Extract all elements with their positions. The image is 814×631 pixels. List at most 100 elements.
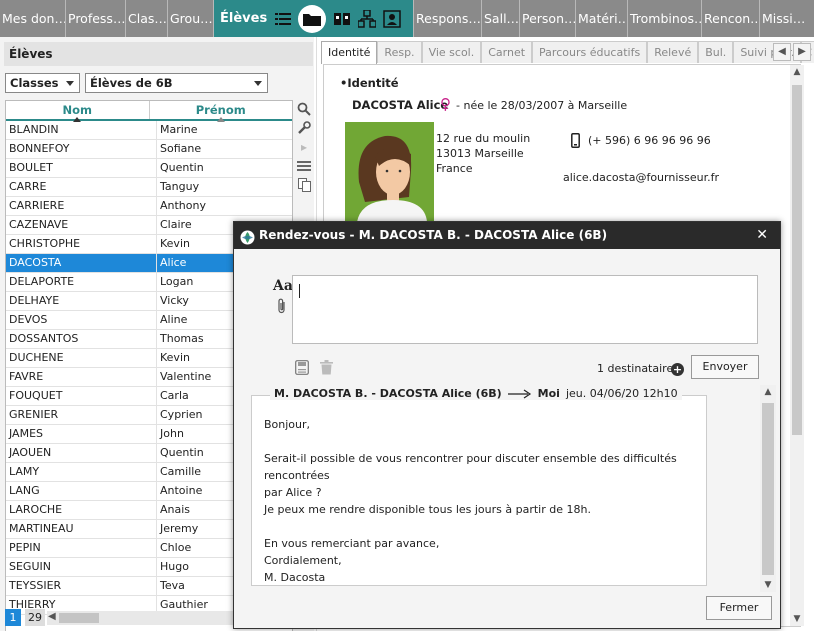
email[interactable]: alice.dacosta@fournisseur.fr bbox=[563, 171, 719, 184]
cell-nom: LAMY bbox=[6, 463, 157, 481]
menu-responsables[interactable]: Respons… bbox=[414, 0, 482, 37]
student-name: DACOSTA Alice bbox=[352, 98, 449, 112]
table-row[interactable]: BONNEFOY Sofiane bbox=[6, 140, 292, 159]
cell-nom: CAZENAVE bbox=[6, 216, 157, 234]
student-card-icon[interactable] bbox=[382, 9, 401, 28]
message-line: M. Dacosta bbox=[264, 571, 326, 584]
scroll-down-icon[interactable]: ▼ bbox=[760, 578, 776, 592]
chevron-down-icon bbox=[254, 81, 262, 86]
table-row[interactable]: BLANDIN Marine bbox=[6, 121, 292, 140]
tab-carnet[interactable]: Carnet bbox=[481, 41, 533, 63]
table-row[interactable]: CARRE Tanguy bbox=[6, 178, 292, 197]
scrollbar-thumb[interactable] bbox=[59, 613, 99, 623]
text-format-icon[interactable]: Aa bbox=[273, 278, 293, 294]
scroll-up-icon[interactable]: ▲ bbox=[790, 65, 804, 79]
close-button[interactable]: Fermer bbox=[706, 596, 772, 620]
menu-mes-donnees[interactable]: Mes don… bbox=[0, 0, 66, 37]
paperclip-icon[interactable] bbox=[277, 298, 287, 318]
menu-materiels[interactable]: Matéri… bbox=[576, 0, 628, 37]
close-icon[interactable]: ✕ bbox=[756, 222, 768, 249]
scrollbar-thumb[interactable] bbox=[792, 85, 802, 435]
menu-professeurs[interactable]: Profess… bbox=[66, 0, 126, 37]
table-row[interactable]: BOULET Quentin bbox=[6, 159, 292, 178]
grid-header: Nom Prénom bbox=[6, 101, 293, 122]
text-caret bbox=[299, 284, 300, 298]
copy-icon[interactable] bbox=[295, 176, 313, 193]
tab-resp[interactable]: Resp. bbox=[377, 41, 422, 63]
page-current[interactable]: 1 bbox=[5, 609, 21, 626]
scrollbar-thumb[interactable] bbox=[762, 403, 774, 575]
section-title: •Identité bbox=[340, 76, 399, 90]
cell-nom: FOUQUET bbox=[6, 387, 157, 405]
scroll-up-icon[interactable]: ▲ bbox=[760, 385, 776, 399]
tab-bul[interactable]: Bul. bbox=[698, 41, 734, 63]
scroll-down-icon[interactable]: ▼ bbox=[790, 612, 804, 626]
message-to: Moi bbox=[537, 387, 560, 400]
cell-nom: FAVRE bbox=[6, 368, 157, 386]
org-chart-icon[interactable] bbox=[357, 9, 376, 28]
trash-icon[interactable] bbox=[318, 360, 334, 376]
cell-nom: BONNEFOY bbox=[6, 140, 157, 158]
column-header-prenom-label: Prénom bbox=[195, 103, 246, 117]
message-editor[interactable] bbox=[292, 275, 758, 344]
chevron-down-icon bbox=[66, 81, 74, 86]
cell-nom: DUCHENE bbox=[6, 349, 157, 367]
cell-nom: DEVOS bbox=[6, 311, 157, 329]
column-header-prenom[interactable]: Prénom bbox=[150, 101, 293, 122]
class-select[interactable]: Élèves de 6B bbox=[85, 73, 268, 93]
menu-eleves-label: Élèves bbox=[220, 11, 268, 26]
tab-parcours[interactable]: Parcours éducatifs bbox=[532, 41, 648, 63]
filter-type-select[interactable]: Classes bbox=[5, 73, 80, 93]
message-line: par Alice ? bbox=[264, 486, 322, 499]
tab-identite[interactable]: Identité bbox=[321, 41, 378, 64]
menu-salles[interactable]: Sall… bbox=[482, 0, 520, 37]
menu-personnels[interactable]: Person… bbox=[520, 0, 576, 37]
address-line: France bbox=[436, 162, 473, 175]
send-button[interactable]: Envoyer bbox=[691, 355, 759, 379]
message-body: Bonjour, Serait-il possible de vous renc… bbox=[251, 395, 707, 586]
dialog-titlebar: Rendez-vous - M. DACOSTA B. - DACOSTA Al… bbox=[234, 222, 780, 249]
message-scrollbar[interactable]: ▲ ▼ bbox=[760, 385, 776, 592]
menu-missions[interactable]: Missi… bbox=[760, 0, 814, 37]
wrench-icon[interactable] bbox=[295, 119, 313, 136]
expand-right-icon[interactable]: ▸ bbox=[295, 138, 313, 155]
table-row[interactable]: CARRIERE Anthony bbox=[6, 197, 292, 216]
tab-next-icon[interactable]: ▶ bbox=[793, 43, 811, 61]
cell-prenom: Sofiane bbox=[160, 142, 202, 155]
class-select-value: Élèves de 6B bbox=[90, 76, 173, 90]
tab-vie-scol[interactable]: Vie scol. bbox=[421, 41, 482, 63]
page-total[interactable]: 29 bbox=[25, 609, 45, 626]
menu-lines-icon[interactable] bbox=[295, 157, 313, 174]
address-line: 13013 Marseille bbox=[436, 147, 524, 160]
cell-nom: MARTINEAU bbox=[6, 520, 157, 538]
message-line: Cordialement, bbox=[264, 554, 342, 567]
cell-nom: BLANDIN bbox=[6, 121, 157, 139]
cell-nom: TEYSSIER bbox=[6, 577, 157, 595]
menu-eleves[interactable]: Élèves bbox=[214, 0, 414, 37]
scroll-left-icon[interactable]: ◀ bbox=[48, 611, 56, 622]
cell-nom: JAMES bbox=[6, 425, 157, 443]
student-photo bbox=[345, 122, 434, 222]
folder-icon[interactable] bbox=[298, 4, 327, 33]
detail-scrollbar[interactable]: ▲ ▼ bbox=[790, 65, 804, 626]
appointment-dialog: Rendez-vous - M. DACOSTA B. - DACOSTA Al… bbox=[233, 221, 781, 629]
message-from: M. DACOSTA B. - DACOSTA Alice (6B) bbox=[274, 387, 502, 400]
cell-nom: JAOUEN bbox=[6, 444, 157, 462]
column-header-nom[interactable]: Nom bbox=[6, 101, 150, 122]
menu-classes[interactable]: Clas… bbox=[126, 0, 168, 37]
sort-icon bbox=[216, 117, 225, 122]
cell-nom: DELAPORTE bbox=[6, 273, 157, 291]
search-icon[interactable] bbox=[295, 100, 313, 117]
cell-nom: LAROCHE bbox=[6, 501, 157, 519]
tab-prev-icon[interactable]: ◀ bbox=[773, 43, 791, 61]
add-recipient-icon[interactable]: + bbox=[671, 363, 684, 376]
group-icon[interactable] bbox=[332, 9, 351, 28]
list-icon[interactable] bbox=[273, 9, 292, 28]
save-draft-icon[interactable] bbox=[294, 360, 310, 376]
menu-rencontres[interactable]: Rencon… bbox=[702, 0, 760, 37]
menu-trombinoscope[interactable]: Trombinos… bbox=[628, 0, 702, 37]
cell-nom: PEPIN bbox=[6, 539, 157, 557]
menu-groupes[interactable]: Grou… bbox=[168, 0, 214, 37]
tab-releve[interactable]: Relevé bbox=[647, 41, 699, 63]
cell-prenom: Tanguy bbox=[160, 180, 200, 193]
